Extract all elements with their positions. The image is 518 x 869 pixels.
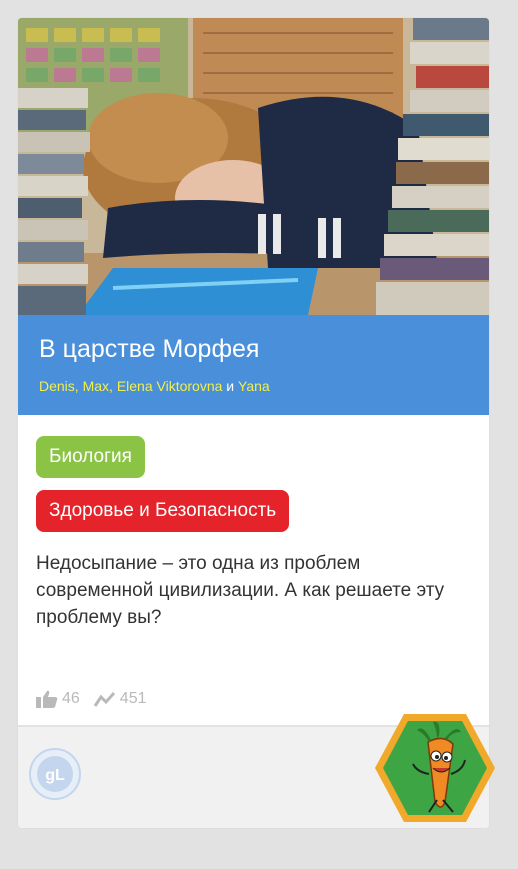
author-link[interactable]: Elena Viktorovna bbox=[117, 378, 223, 394]
cover-illustration bbox=[18, 18, 489, 315]
gl-logo-icon[interactable]: gL bbox=[28, 747, 82, 801]
card-stats: 46 451 bbox=[36, 690, 161, 708]
likes-stat[interactable]: 46 bbox=[36, 690, 80, 708]
tag-biology[interactable]: Биология bbox=[36, 436, 145, 478]
author-link[interactable]: Denis bbox=[39, 378, 75, 394]
trend-line-icon bbox=[93, 692, 115, 707]
carrot-mascot-icon[interactable] bbox=[373, 712, 497, 824]
views-stat: 451 bbox=[93, 690, 147, 708]
card-title[interactable]: В царстве Морфея bbox=[39, 335, 259, 364]
cover-photo[interactable] bbox=[18, 18, 489, 315]
author-separator: , bbox=[74, 378, 83, 394]
project-card[interactable]: В царстве Морфея Denis, Max, Elena Vikto… bbox=[18, 18, 489, 828]
author-separator: и bbox=[222, 378, 239, 394]
author-link[interactable]: Yana bbox=[238, 378, 270, 394]
views-count: 451 bbox=[119, 690, 147, 707]
tag-health-safety[interactable]: Здоровье и Безопасность bbox=[36, 490, 290, 532]
thumbs-up-icon bbox=[36, 690, 58, 708]
author-link[interactable]: Max bbox=[83, 378, 109, 394]
svg-text:gL: gL bbox=[45, 767, 65, 784]
card-description: Недосыпание – это одна из проблем соврем… bbox=[36, 553, 445, 628]
likes-count: 46 bbox=[62, 690, 80, 707]
author-list: Denis, Max, Elena Viktorovna и Yana bbox=[39, 378, 270, 394]
author-separator: , bbox=[109, 378, 117, 394]
title-band: В царстве Морфея Denis, Max, Elena Vikto… bbox=[18, 315, 489, 415]
